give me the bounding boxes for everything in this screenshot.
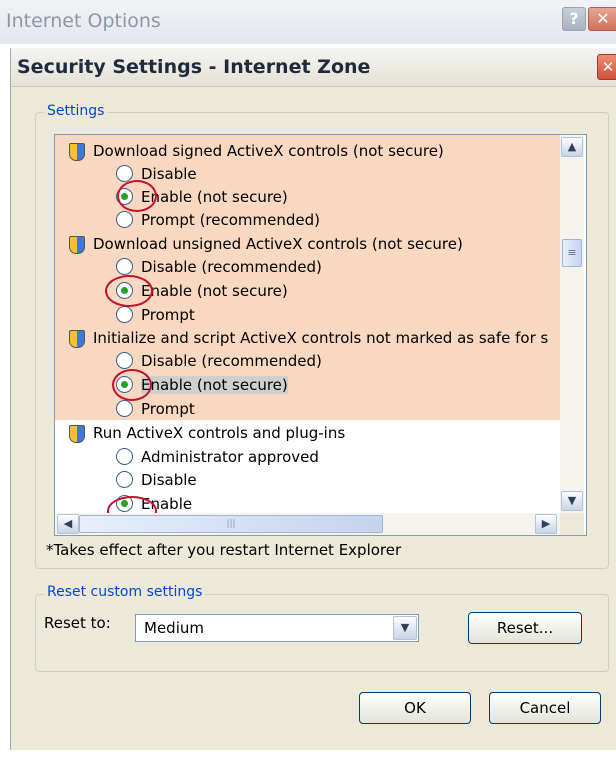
- scroll-down-button[interactable]: ▼: [561, 491, 583, 511]
- shield-icon: [69, 330, 85, 348]
- radio-button[interactable]: [116, 211, 133, 228]
- radio-option[interactable]: Enable (not secure): [116, 279, 288, 303]
- vertical-scroll-thumb[interactable]: ≡: [562, 239, 582, 267]
- radio-button[interactable]: [116, 352, 133, 369]
- radio-option[interactable]: Disable (recommended): [116, 349, 322, 373]
- radio-option[interactable]: Enable (not secure): [116, 185, 288, 209]
- reset-group-label: Reset custom settings: [44, 584, 206, 600]
- scroll-left-button[interactable]: ◀: [57, 514, 79, 534]
- scroll-right-button[interactable]: ▶: [535, 514, 557, 534]
- radio-option[interactable]: Enable (not secure): [116, 373, 288, 397]
- setting-header[interactable]: Download signed ActiveX controls (not se…: [69, 139, 444, 163]
- vertical-scrollbar[interactable]: ▲ ≡ ▼: [560, 135, 584, 513]
- shield-icon: [69, 236, 85, 254]
- settings-list[interactable]: Download signed ActiveX controls (not se…: [54, 134, 587, 536]
- cancel-button[interactable]: Cancel: [489, 692, 601, 724]
- reset-level-select[interactable]: Medium ▼: [135, 614, 419, 642]
- setting-header-label: Initialize and script ActiveX controls n…: [93, 329, 549, 347]
- dialog-title-bar: Security Settings - Internet Zone ✕: [11, 48, 616, 87]
- radio-option[interactable]: Administrator approved: [116, 445, 319, 469]
- setting-header-label: Download signed ActiveX controls (not se…: [93, 142, 444, 160]
- dialog-title: Security Settings - Internet Zone: [17, 56, 371, 78]
- radio-option[interactable]: Prompt: [116, 397, 195, 421]
- outer-window-title: Internet Options: [6, 10, 161, 32]
- radio-label: Prompt: [141, 306, 195, 324]
- outer-close-button[interactable]: ✕: [588, 7, 616, 31]
- radio-option[interactable]: Prompt: [116, 303, 195, 327]
- reset-to-label: Reset to:: [44, 614, 111, 632]
- annotation-circle: [117, 180, 157, 212]
- radio-button[interactable]: [116, 400, 133, 417]
- radio-button[interactable]: [116, 471, 133, 488]
- scroll-up-button[interactable]: ▲: [561, 137, 583, 157]
- radio-label: Prompt (recommended): [141, 211, 321, 229]
- shield-icon: [69, 143, 85, 161]
- settings-list-viewport: Download signed ActiveX controls (not se…: [55, 135, 560, 513]
- radio-label: Enable (not secure): [141, 282, 288, 300]
- setting-header-label: Download unsigned ActiveX controls (not …: [93, 235, 463, 253]
- chevron-down-icon[interactable]: ▼: [393, 616, 417, 640]
- radio-option[interactable]: Disable: [116, 162, 197, 186]
- reset-button[interactable]: Reset...: [468, 612, 582, 644]
- radio-button[interactable]: [116, 165, 133, 182]
- scrollbar-corner: [560, 513, 584, 535]
- shield-icon: [69, 425, 85, 443]
- annotation-circle: [112, 369, 152, 401]
- settings-group-label: Settings: [44, 103, 108, 119]
- horizontal-scroll-thumb[interactable]: |||: [79, 515, 383, 533]
- dialog-close-button[interactable]: ✕: [597, 54, 616, 80]
- reset-level-value: Medium: [144, 619, 204, 637]
- radio-button[interactable]: [116, 448, 133, 465]
- dialog-bottom-edge: [10, 750, 616, 765]
- radio-button[interactable]: [116, 306, 133, 323]
- outer-title-bar: Internet Options ? ✕: [0, 0, 616, 44]
- radio-label: Administrator approved: [141, 448, 319, 466]
- help-button[interactable]: ?: [562, 7, 586, 31]
- radio-label: Disable: [141, 471, 197, 489]
- restart-note: *Takes effect after you restart Internet…: [46, 541, 402, 559]
- radio-label: Disable: [141, 165, 197, 183]
- radio-button[interactable]: [116, 258, 133, 275]
- setting-header-label: Run ActiveX controls and plug-ins: [93, 424, 346, 442]
- radio-option[interactable]: Disable: [116, 468, 197, 492]
- radio-label: Disable (recommended): [141, 352, 322, 370]
- setting-header[interactable]: Initialize and script ActiveX controls n…: [69, 326, 549, 350]
- radio-option[interactable]: Disable (recommended): [116, 255, 322, 279]
- radio-label: Disable (recommended): [141, 258, 322, 276]
- ok-button[interactable]: OK: [359, 692, 471, 724]
- radio-label: Prompt: [141, 400, 195, 418]
- radio-label: Enable (not secure): [141, 188, 288, 206]
- setting-header[interactable]: Run ActiveX controls and plug-ins: [69, 421, 346, 445]
- horizontal-scrollbar[interactable]: ◀ ||| ▶: [55, 513, 560, 535]
- annotation-circle: [105, 275, 153, 307]
- radio-option[interactable]: Prompt (recommended): [116, 208, 321, 232]
- radio-label-focused: Enable (not secure): [141, 376, 288, 394]
- setting-header[interactable]: Download unsigned ActiveX controls (not …: [69, 232, 463, 256]
